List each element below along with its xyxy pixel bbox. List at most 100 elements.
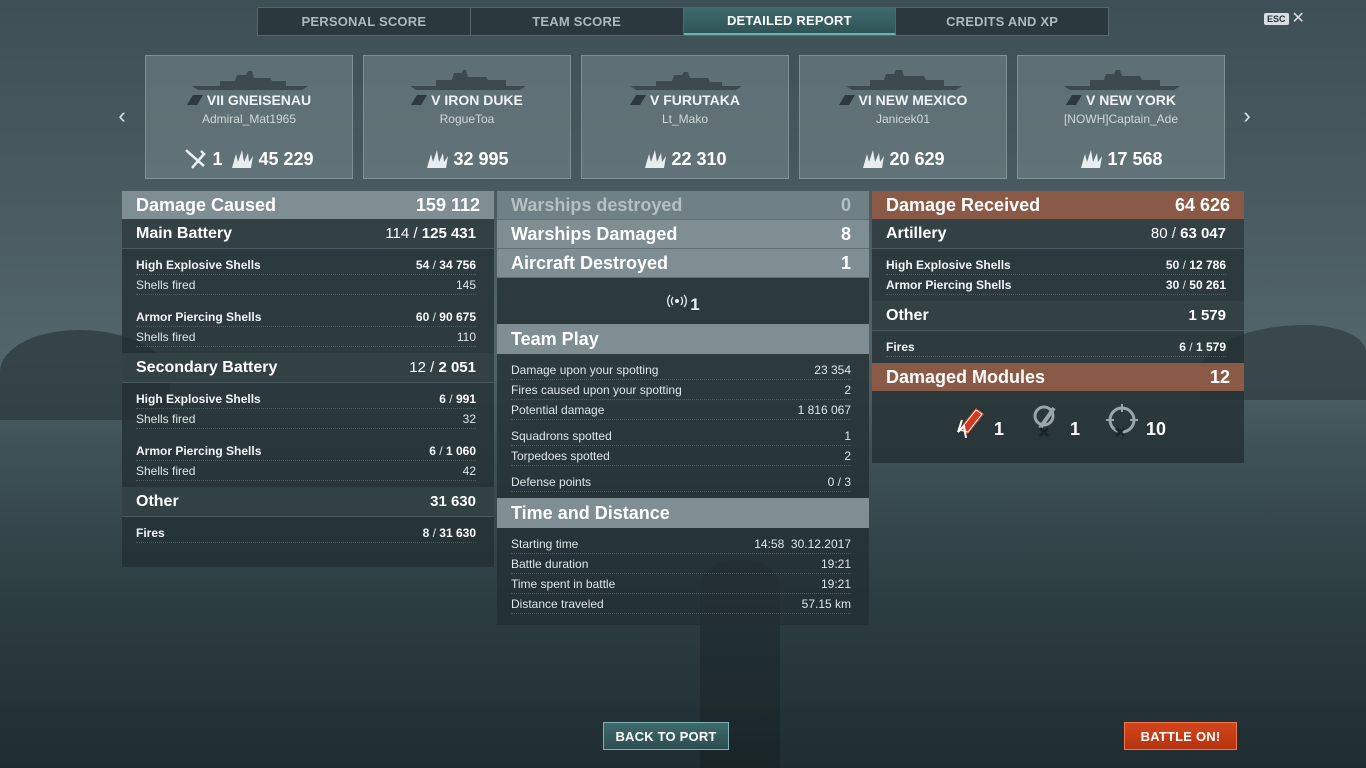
module-item: 1	[950, 400, 1004, 440]
prev-arrow-icon[interactable]: ‹	[114, 103, 130, 128]
ship-card[interactable]: V FURUTAKA Lt_Mako 22 310	[581, 55, 789, 179]
hits: 50	[1165, 257, 1180, 272]
tab-team-score[interactable]: TEAM SCORE	[471, 8, 684, 35]
stat-row: Armor Piercing Shells 6 / 1 060	[136, 441, 476, 461]
damage-value: 32 995	[453, 148, 509, 169]
damage: 991	[455, 391, 476, 406]
row-value: 0	[840, 194, 851, 215]
hits: 6	[1179, 339, 1186, 354]
time-distance-header: Time and Distance	[497, 498, 869, 528]
team-play-header: Team Play	[497, 324, 869, 354]
ship-name: V FURUTAKA	[582, 92, 788, 108]
other-label: Other	[136, 492, 179, 510]
row-label: Time spent in battle	[511, 576, 616, 591]
ship-silhouette-icon	[410, 70, 526, 90]
row-value: 0 / 3	[827, 474, 851, 489]
time-distance-rows: Starting time 14:58 30.12.2017 Battle dur…	[497, 528, 869, 620]
stat-row: Armor Piercing Shells 60 / 90 675	[136, 307, 476, 327]
ship-name-text: V IRON DUKE	[431, 92, 523, 108]
stat-row: Shells fired 145	[136, 275, 476, 295]
damage-icon	[1081, 150, 1103, 168]
row-value: 30 / 50 261	[1165, 277, 1226, 292]
stat-row: Torpedoes spotted 2	[511, 446, 851, 466]
damage-received-total: 64 626	[1174, 194, 1230, 215]
row-value: 19:21	[820, 556, 851, 571]
damage: 2 051	[438, 359, 476, 376]
tab-credits-and-xp[interactable]: CREDITS AND XP	[896, 8, 1108, 35]
module-count: 1	[993, 419, 1004, 439]
row-value: 110	[456, 329, 476, 344]
row-label: Starting time	[511, 536, 579, 551]
row-label: Potential damage	[511, 402, 605, 417]
center-panel: Warships destroyed 0 Warships Damaged 8 Ai…	[497, 191, 869, 625]
battle-on-button[interactable]: BATTLE ON!	[1124, 722, 1237, 750]
row-label: Armor Piercing Shells	[886, 277, 1012, 292]
next-arrow-icon[interactable]: ›	[1239, 103, 1255, 128]
secondary-battery-header: Secondary Battery 12 / 2 051	[122, 353, 494, 383]
damage-received-title: Damage Received	[886, 194, 1041, 215]
ship-silhouette-icon	[630, 72, 742, 90]
ship-card[interactable]: V IRON DUKE RogueToa 32 995	[363, 55, 571, 179]
damage-value: 20 629	[889, 148, 945, 169]
stat-row: Distance traveled 57.15 km	[511, 594, 851, 614]
back-to-port-button[interactable]: BACK TO PORT	[603, 722, 729, 750]
main-battery-value: 114 / 125 431	[385, 225, 476, 242]
row-value: 2	[844, 448, 851, 463]
damage: 63 047	[1180, 225, 1226, 242]
row-value: 6 / 1 060	[429, 443, 476, 458]
row-label: Squadrons spotted	[511, 428, 612, 443]
ship-card[interactable]: VII GNEISENAU Admiral_Mat1965 1 45 229	[145, 55, 353, 179]
row-label: High Explosive Shells	[136, 391, 261, 406]
artillery-rows: High Explosive Shells 50 / 12 786 Armor P…	[872, 249, 1244, 301]
ship-card[interactable]: V NEW YORK [NOWH]Captain_Ade 17 568	[1017, 55, 1225, 179]
damage-received-header: Damage Received 64 626	[872, 191, 1244, 219]
turret-damage-icon	[1106, 404, 1138, 438]
card-stats: 32 995	[364, 148, 570, 170]
warships-damaged-row: Warships Damaged 8	[497, 220, 869, 249]
tab-personal-score[interactable]: PERSONAL SCORE	[258, 8, 471, 35]
card-stats: 20 629	[800, 148, 1006, 170]
other-total: 1 579	[1188, 307, 1226, 324]
stat-row: Time spent in battle 19:21	[511, 574, 851, 594]
row-label: Torpedoes spotted	[511, 448, 610, 463]
damage-icon	[645, 150, 667, 168]
row-value: 14:58 30.12.2017	[754, 536, 851, 551]
row-value: 57.15 km	[801, 596, 851, 611]
engine-damage-icon	[957, 408, 984, 439]
row-label: Armor Piercing Shells	[136, 309, 262, 324]
ship-name: VI NEW MEXICO	[800, 92, 1006, 108]
damage: 50 261	[1189, 277, 1226, 292]
hits: 80	[1150, 225, 1168, 242]
stat-row: High Explosive Shells 6 / 991	[136, 389, 476, 409]
hits: 6	[429, 443, 436, 458]
ship-card[interactable]: VI NEW MEXICO Janicek01 20 629	[799, 55, 1007, 179]
row-label: Defense points	[511, 474, 592, 489]
card-stats: 17 568	[1018, 148, 1224, 170]
artillery-header: Artillery 80 / 63 047	[872, 219, 1244, 249]
row-label: Shells fired	[136, 411, 196, 426]
row-label: Warships destroyed	[511, 194, 683, 215]
damage-value: 17 568	[1107, 148, 1163, 169]
other-received-rows: Fires 6 / 1 579	[872, 331, 1244, 363]
hits: 6	[439, 391, 446, 406]
secondary-battery-label: Secondary Battery	[136, 358, 278, 376]
damage: 34 756	[439, 257, 476, 272]
damage-caused-title: Damage Caused	[136, 194, 277, 215]
ship-name: V IRON DUKE	[364, 92, 570, 108]
row-value: 32	[462, 411, 476, 426]
stat-row: Fires caused upon your spotting 2	[511, 380, 851, 400]
hits: 60	[415, 309, 430, 324]
close-button[interactable]: ESC ✕	[1264, 11, 1305, 27]
ship-silhouette-icon	[1064, 70, 1180, 90]
damage-caused-total: 159 112	[415, 194, 480, 215]
tab-bar: PERSONAL SCORE TEAM SCORE DETAILED REPOR…	[257, 7, 1109, 36]
stat-row: High Explosive Shells 54 / 34 756	[136, 255, 476, 275]
damage: 1 060	[445, 443, 476, 458]
row-value: 2	[844, 382, 851, 397]
ship-name: V NEW YORK	[1018, 92, 1224, 108]
row-value: 60 / 90 675	[415, 309, 476, 324]
damaged-modules-header: Damaged Modules 12	[872, 363, 1244, 391]
player-name: [NOWH]Captain_Ade	[1063, 112, 1179, 126]
tab-detailed-report[interactable]: DETAILED REPORT	[683, 8, 897, 35]
player-name: RogueToa	[439, 112, 495, 126]
